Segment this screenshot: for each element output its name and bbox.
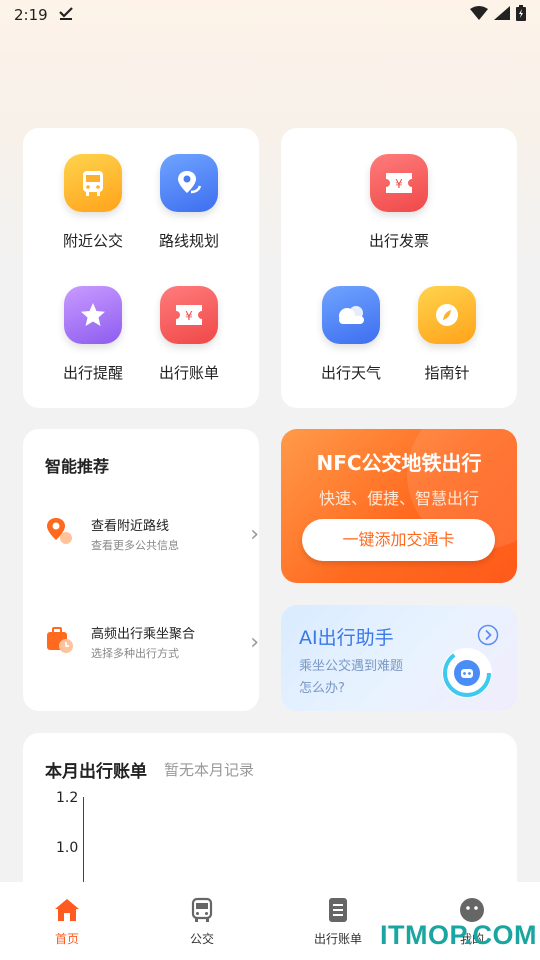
tile-label: 出行提醒 bbox=[62, 364, 123, 382]
briefcase-clock-icon bbox=[45, 624, 75, 660]
tile-label: 附近公交 bbox=[62, 232, 123, 250]
bill-icon bbox=[324, 896, 352, 924]
nfc-card[interactable]: NFC公交地铁出行 快速、便捷、智慧出行 一键添加交通卡 bbox=[281, 429, 517, 583]
wifi-icon bbox=[470, 6, 488, 24]
tile-travel-reminder[interactable]: 出行提醒 bbox=[45, 286, 141, 383]
ticket-yen-icon: ¥ bbox=[160, 286, 218, 344]
recommend-item-title: 高频出行乘坐聚合 bbox=[91, 627, 196, 642]
recommend-item-title: 查看附近路线 bbox=[91, 519, 170, 534]
battery-icon bbox=[516, 5, 526, 25]
bus-icon bbox=[64, 154, 122, 212]
bill-title: 本月出行账单 bbox=[45, 762, 147, 782]
recommend-title: 智能推荐 bbox=[45, 457, 110, 476]
tile-label: 指南针 bbox=[424, 364, 470, 382]
compass-icon bbox=[418, 286, 476, 344]
tile-travel-bill[interactable]: ¥ 出行账单 bbox=[141, 286, 237, 383]
nfc-title: NFC公交地铁出行 bbox=[316, 451, 482, 475]
chevron-right-icon: › bbox=[250, 629, 259, 655]
star-icon bbox=[64, 286, 122, 344]
nav-label: 首页 bbox=[54, 932, 79, 946]
recommend-item-frequent-travel[interactable]: 高频出行乘坐聚合 选择多种出行方式 › bbox=[45, 617, 259, 667]
signal-icon bbox=[494, 6, 510, 24]
tile-route-planning[interactable]: 路线规划 bbox=[141, 154, 237, 251]
recommend-item-subtitle: 选择多种出行方式 bbox=[91, 647, 179, 660]
cloud-icon bbox=[322, 286, 380, 344]
bus-icon bbox=[188, 896, 216, 924]
quick-services-card: 附近公交 路线规划 出行提醒 ¥ 出行账单 bbox=[23, 128, 259, 408]
tile-label: 出行账单 bbox=[158, 364, 219, 382]
tile-compass[interactable]: 指南针 bbox=[399, 286, 495, 383]
location-pin-icon bbox=[45, 516, 75, 552]
route-icon bbox=[160, 154, 218, 212]
svg-text:¥: ¥ bbox=[185, 309, 193, 323]
tile-label: 出行天气 bbox=[320, 364, 381, 382]
nfc-subtitle: 快速、便捷、智慧出行 bbox=[318, 489, 479, 508]
invoice-yen-icon: ¥ bbox=[370, 154, 428, 212]
nav-label: 出行账单 bbox=[313, 932, 362, 946]
tile-travel-invoice[interactable]: ¥ 出行发票 bbox=[351, 154, 447, 251]
status-bar: 2:19 bbox=[0, 0, 540, 30]
recommend-item-subtitle: 查看更多公共信息 bbox=[91, 539, 179, 552]
nav-bus[interactable]: 公交 bbox=[162, 896, 242, 947]
nav-home[interactable]: 首页 bbox=[27, 896, 107, 947]
svg-text:¥: ¥ bbox=[395, 177, 403, 191]
ai-text-line1: 乘坐公交遇到难题 bbox=[299, 659, 404, 674]
smart-recommend-card: 智能推荐 查看附近路线 查看更多公共信息 › 高频出行乘坐聚合 选择多种出行方式… bbox=[23, 429, 259, 711]
nav-bill[interactable]: 出行账单 bbox=[298, 896, 378, 947]
tile-label: 路线规划 bbox=[158, 232, 219, 250]
ai-title: AI出行助手 bbox=[299, 627, 394, 649]
tile-nearby-bus[interactable]: 附近公交 bbox=[45, 154, 141, 251]
tile-travel-weather[interactable]: 出行天气 bbox=[303, 286, 399, 383]
home-icon bbox=[53, 896, 81, 924]
bill-empty-note: 暂无本月记录 bbox=[164, 761, 255, 779]
robot-icon bbox=[439, 645, 495, 705]
add-transit-card-button[interactable]: 一键添加交通卡 bbox=[302, 519, 495, 561]
chevron-right-icon: › bbox=[250, 521, 259, 547]
status-time: 2:19 bbox=[14, 6, 48, 24]
nav-label: 公交 bbox=[189, 932, 214, 946]
recommend-item-nearby-route[interactable]: 查看附近路线 查看更多公共信息 › bbox=[45, 509, 259, 559]
ai-assistant-card[interactable]: AI出行助手 乘坐公交遇到难题 怎么办? bbox=[281, 605, 517, 711]
ai-text-line2: 怎么办? bbox=[299, 681, 345, 696]
travel-tools-card: ¥ 出行发票 出行天气 指南针 bbox=[281, 128, 517, 408]
watermark: ITMOP.COM bbox=[380, 920, 538, 950]
tile-label: 出行发票 bbox=[368, 232, 429, 250]
y-tick-label: 1.0 bbox=[56, 840, 79, 856]
download-check-icon bbox=[58, 5, 74, 25]
y-tick-label: 1.2 bbox=[56, 790, 79, 806]
